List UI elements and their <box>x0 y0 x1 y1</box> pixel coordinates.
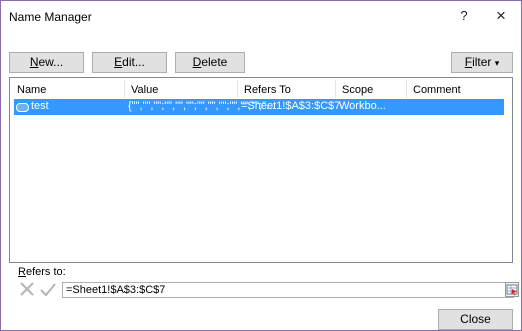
refers-label-rest: efers to: <box>25 266 66 278</box>
filter-label-rest: ilter <box>472 55 492 69</box>
row-refers-to: =Sheet1!$A$3:$C$7 <box>241 100 341 112</box>
refers-to-label: Refers to: <box>18 266 66 278</box>
new-label-rest: ew... <box>38 55 64 69</box>
title-bar[interactable]: Name Manager ? × <box>1 1 521 31</box>
chevron-down-icon: ▾ <box>494 58 500 68</box>
column-separator[interactable] <box>237 80 238 98</box>
edit-button[interactable]: Edit... <box>92 52 167 73</box>
cancel-edit-icon[interactable] <box>18 281 36 297</box>
column-separator[interactable] <box>335 80 336 98</box>
named-range-icon <box>16 103 29 112</box>
column-header-name[interactable]: Name <box>17 84 46 96</box>
refers-accel: R <box>18 266 26 278</box>
table-row[interactable]: test {"","","";"","","";"","","";"","","… <box>14 99 504 115</box>
collapse-dialog-button[interactable] <box>505 282 519 297</box>
column-separator[interactable] <box>124 80 125 98</box>
refers-to-input[interactable]: =Sheet1!$A$3:$C$7 <box>62 282 514 298</box>
window-title: Name Manager <box>9 10 92 24</box>
edit-accel: E <box>114 55 123 69</box>
edit-label-rest: dit... <box>122 55 145 69</box>
close-button[interactable]: Close <box>438 309 513 330</box>
filter-button[interactable]: Filter ▾ <box>451 52 513 73</box>
column-header-value[interactable]: Value <box>131 84 158 96</box>
name-manager-dialog: Name Manager ? × New... Edit... Delete F… <box>0 0 522 331</box>
delete-button[interactable]: Delete <box>175 52 245 73</box>
column-separator[interactable] <box>406 80 407 98</box>
filter-accel: F <box>464 55 473 69</box>
range-select-icon <box>506 284 518 296</box>
close-window-button[interactable]: × <box>489 5 513 27</box>
confirm-edit-icon[interactable] <box>39 281 57 297</box>
delete-label-rest: elete <box>201 55 228 69</box>
column-header-comment[interactable]: Comment <box>413 84 461 96</box>
names-list[interactable]: Name Value Refers To Scope Comment test … <box>9 77 513 263</box>
new-button[interactable]: New... <box>9 52 84 73</box>
row-scope: Workbo... <box>339 100 386 112</box>
row-name: test <box>31 100 49 112</box>
column-header-refers-to[interactable]: Refers To <box>244 84 291 96</box>
column-header-scope[interactable]: Scope <box>342 84 373 96</box>
help-button[interactable]: ? <box>453 5 475 27</box>
delete-accel: D <box>192 55 202 69</box>
